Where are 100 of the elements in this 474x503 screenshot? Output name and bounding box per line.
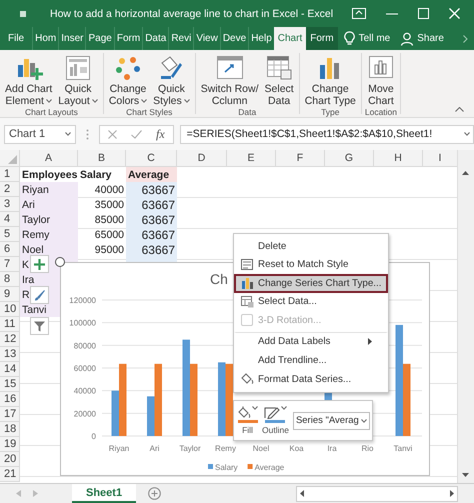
axis-label: 20000 [74, 409, 96, 418]
table-cell-text: 85000 [94, 212, 125, 227]
row-header[interactable]: 13 [0, 347, 20, 362]
row-header[interactable]: 1 [0, 167, 20, 182]
fill-button[interactable]: Fill [237, 406, 258, 435]
name-box[interactable]: Chart 1 [4, 124, 76, 144]
table-cell: Noel [22, 244, 44, 256]
column-header[interactable]: C [126, 150, 177, 167]
axis-label: Koa [289, 444, 304, 453]
row-header[interactable]: 12 [0, 332, 20, 347]
legend-label: Average [254, 463, 284, 472]
table-cell: Ira [22, 274, 34, 286]
menu-item[interactable]: Change Series Chart Type... [234, 274, 388, 292]
table-cell-text: 40000 [94, 182, 125, 197]
ribbon-button[interactable]: Change Chart Type [302, 53, 358, 107]
sheet-tab[interactable]: Sheet1 [72, 484, 136, 503]
ribbon-button[interactable]: Switch Row/ Cclumn [198, 53, 261, 107]
ribbon-button[interactable]: Select Data [262, 53, 296, 107]
table-cell-text: Employees [21, 168, 78, 182]
share-button[interactable]: Share [400, 27, 444, 50]
group-label: Chart Styles [126, 107, 172, 118]
table-cell: Remy [22, 228, 50, 240]
outline-button[interactable]: Outline [262, 406, 289, 435]
table-cell-text: Salary [79, 168, 113, 182]
ribbon-button[interactable]: Change Colors [106, 53, 150, 107]
ribbon-button[interactable]: Quick Layout [56, 53, 100, 107]
group-label: Type [321, 107, 340, 118]
column-header[interactable]: E [227, 150, 276, 167]
axis-label: 60000 [74, 364, 96, 373]
legend-label: Salary [215, 463, 238, 472]
row-header[interactable]: 11 [0, 317, 20, 332]
table-cell-text: 95000 [94, 242, 125, 257]
column-header[interactable]: B [78, 150, 126, 167]
table-cell: Taylor [22, 214, 50, 226]
menu-item[interactable]: Delete [234, 237, 388, 256]
menu-item[interactable]: Reset to Match Style [234, 256, 388, 274]
row-header[interactable]: 15 [0, 377, 20, 392]
table-cell: Average [128, 168, 170, 180]
row-header[interactable]: 3 [0, 197, 20, 212]
series-dropdown[interactable]: Series "Averag [292, 412, 370, 430]
row-header[interactable]: 17 [0, 407, 20, 422]
row-header[interactable]: 16 [0, 392, 20, 407]
row-header[interactable]: 2 [0, 182, 20, 197]
tell-me-button[interactable]: Tell me [344, 27, 390, 50]
axis-label: Ira [327, 444, 337, 453]
row-header[interactable]: 7 [0, 257, 20, 272]
axis-label: Noel [252, 444, 270, 453]
axis-label: 0 [92, 432, 96, 441]
row-header[interactable]: 6 [0, 242, 20, 257]
table-cell: 63667 [142, 198, 175, 212]
axis-label: 120000 [69, 296, 96, 305]
axis-label: Tanvi [394, 444, 412, 453]
row-header[interactable]: 19 [0, 437, 20, 452]
ribbon-button[interactable]: Move Chart [366, 53, 396, 107]
column-header[interactable]: F [276, 150, 325, 167]
table-cell: 63667 [142, 212, 175, 226]
table-cell: 63667 [142, 182, 175, 196]
group-label: Data [238, 107, 256, 118]
group-label: Chart Layouts [24, 107, 78, 118]
row-header[interactable]: 10 [0, 302, 20, 317]
axis-label: 100000 [69, 318, 96, 328]
menu-item[interactable]: Add Trendline... [234, 352, 388, 370]
axis-label: Ari [150, 444, 160, 453]
axis-label: 80000 [74, 341, 96, 350]
table-cell: K [22, 258, 30, 270]
row-header[interactable]: 20 [0, 452, 20, 467]
axis-label: 40000 [74, 386, 96, 396]
table-cell: Tanvi [22, 304, 47, 316]
ribbon-tab[interactable]: Chart [274, 27, 306, 50]
axis-label: Riyan [108, 444, 130, 453]
table-cell: Riyan [22, 184, 49, 196]
column-header[interactable]: I [423, 150, 457, 167]
row-header[interactable]: 9 [0, 287, 20, 302]
axis-label: Taylor [179, 444, 201, 453]
row-header[interactable]: 18 [0, 422, 20, 437]
insert-function-button[interactable]: fx [156, 126, 165, 142]
ribbon-button[interactable]: Quick Styles [151, 53, 192, 107]
column-header[interactable]: A [20, 150, 78, 167]
column-header[interactable]: H [374, 150, 423, 167]
row-header[interactable]: 21 [0, 467, 20, 482]
column-header[interactable]: G [325, 150, 374, 167]
ribbon-button[interactable]: Add Chart Element [3, 53, 54, 107]
menu-item[interactable]: Add Data Labels [234, 332, 388, 352]
row-header[interactable]: 14 [0, 362, 20, 377]
axis-label: Rio [362, 444, 374, 453]
ribbon-tab[interactable]: File [6, 27, 32, 50]
menu-item[interactable]: Format Data Series... [234, 370, 388, 388]
row-header[interactable]: 8 [0, 272, 20, 287]
chart-title: Ch [210, 271, 228, 287]
menu-item[interactable]: Select Data... [234, 292, 388, 311]
axis-label: Remy [215, 444, 236, 453]
formula-field[interactable]: =SERIES(Sheet1!$C$1,Sheet1!$A$2:$A$10,Sheet1! [180, 124, 474, 144]
row-header[interactable]: 4 [0, 212, 20, 227]
table-cell: Ari [22, 198, 35, 210]
group-label: Location [364, 107, 398, 118]
ribbon-tab[interactable]: Form [306, 27, 338, 50]
column-header[interactable]: D [177, 150, 227, 167]
row-header[interactable]: 5 [0, 227, 20, 242]
table-cell: 63667 [142, 228, 175, 242]
window-title: How to add a horizontal average line to chart in Excel - Excel [50, 8, 334, 20]
